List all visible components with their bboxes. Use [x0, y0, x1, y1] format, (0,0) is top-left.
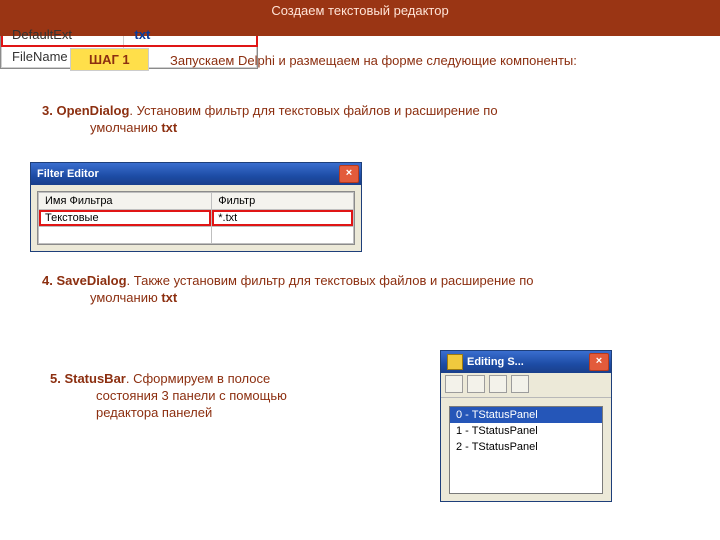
filter-editor-title: Filter Editor: [37, 168, 99, 180]
move-up-button[interactable]: [489, 375, 507, 393]
page-header-title: Создаем текстовый редактор: [271, 3, 448, 18]
delete-panel-button[interactable]: [467, 375, 485, 393]
instruction-4-bold: txt: [161, 290, 177, 305]
filter-mask-cell[interactable]: *.txt: [212, 210, 354, 227]
list-item[interactable]: 0 - TStatusPanel: [450, 407, 602, 423]
list-item[interactable]: 1 - TStatusPanel: [450, 423, 602, 439]
list-item[interactable]: 2 - TStatusPanel: [450, 439, 602, 455]
close-icon[interactable]: ×: [589, 353, 609, 371]
prop-name-defaultext: DefaultExt: [2, 24, 124, 46]
instruction-5-cont1: состояния 3 панели с помощью: [50, 387, 310, 404]
filter-editor-grid[interactable]: Имя Фильтра Фильтр Текстовые *.txt: [37, 191, 355, 245]
instruction-4-rest: . Также установим фильтр для текстовых ф…: [127, 273, 534, 288]
inspector-row-defaultext[interactable]: DefaultExt txt: [2, 24, 257, 46]
close-icon[interactable]: ×: [339, 165, 359, 183]
filter-editor-col1: Имя Фильтра: [39, 193, 212, 210]
panels-list[interactable]: 0 - TStatusPanel 1 - TStatusPanel 2 - TS…: [449, 406, 603, 494]
filter-name-cell[interactable]: Текстовые: [39, 210, 212, 227]
instruction-4-cont: умолчанию: [90, 290, 161, 305]
instruction-3-cont: умолчанию: [90, 120, 161, 135]
prop-val-defaultext[interactable]: txt: [124, 24, 257, 46]
instruction-5-rest: . Сформируем в полосе: [126, 371, 270, 386]
instruction-5-lead: 5. StatusBar: [50, 371, 126, 386]
panels-editor-title: Editing S...: [467, 356, 524, 368]
instruction-5: 5. StatusBar. Сформируем в полосе состоя…: [50, 370, 310, 421]
panels-editor-window: Editing S... × 0 - TStatusPanel 1 - TSta…: [440, 350, 612, 502]
step-row: ШАГ 1 Запускаем Delphi и размещаем на фо…: [70, 48, 690, 71]
filter-editor-row-empty[interactable]: [39, 227, 354, 244]
step-badge: ШАГ 1: [70, 48, 149, 71]
move-down-button[interactable]: [511, 375, 529, 393]
instruction-4: 4. SaveDialog. Также установим фильтр дл…: [42, 272, 632, 306]
add-panel-button[interactable]: [445, 375, 463, 393]
filter-editor-row-1[interactable]: Текстовые *.txt: [39, 210, 354, 227]
instruction-3-lead: 3. OpenDialog: [42, 103, 129, 118]
app-icon: [447, 354, 463, 370]
instruction-3-rest: . Установим фильтр для текстовых файлов …: [129, 103, 497, 118]
filter-editor-header-row: Имя Фильтра Фильтр: [39, 193, 354, 210]
instruction-4-lead: 4. SaveDialog: [42, 273, 127, 288]
instruction-3-bold: txt: [161, 120, 177, 135]
step-intro-text: Запускаем Delphi и размещаем на форме сл…: [170, 53, 577, 68]
filter-editor-window: Filter Editor × Имя Фильтра Фильтр Текст…: [30, 162, 362, 252]
filter-editor-titlebar[interactable]: Filter Editor ×: [31, 163, 361, 185]
instruction-5-cont2: редактора панелей: [50, 404, 310, 421]
panels-editor-titlebar[interactable]: Editing S... ×: [441, 351, 611, 373]
instruction-3: 3. OpenDialog. Установим фильтр для текс…: [42, 102, 602, 136]
panels-editor-toolbar: [441, 373, 611, 398]
filter-editor-col2: Фильтр: [212, 193, 354, 210]
